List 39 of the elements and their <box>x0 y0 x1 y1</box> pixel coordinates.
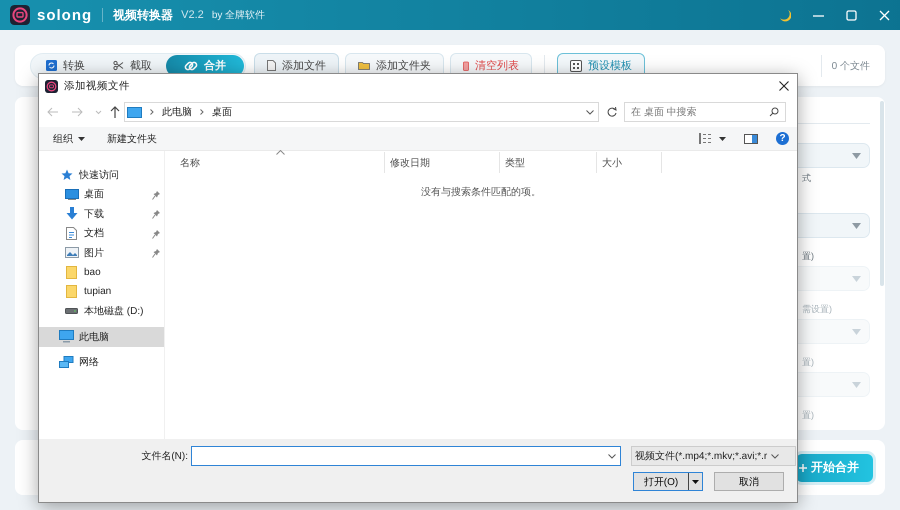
mode-tab[interactable]: 转换 <box>32 54 99 76</box>
nav-item[interactable]: 本地磁盘 (D:) <box>39 302 164 321</box>
author-label: by 全牌软件 <box>212 9 266 22</box>
nav-item[interactable]: 文档 <box>39 224 164 243</box>
nav-item[interactable]: 网络 <box>39 352 164 372</box>
organize-menu[interactable]: 组织 <box>53 132 85 146</box>
empty-message: 没有与搜索条件匹配的项。 <box>420 186 542 199</box>
column-header[interactable]: 类型 <box>500 152 597 173</box>
app-name: solong <box>37 6 92 24</box>
nav-item[interactable]: 桌面 <box>39 184 164 204</box>
nav-item[interactable]: 图片 <box>39 243 164 262</box>
column-header[interactable]: 大小 <box>597 152 662 173</box>
setting-label: 置) <box>801 356 815 368</box>
help-icon[interactable]: ? <box>776 132 789 145</box>
nav-item[interactable]: 快速访问 <box>39 165 164 184</box>
dialog-title: 添加视频文件 <box>64 79 130 93</box>
column-header[interactable]: 修改日期 <box>385 152 500 173</box>
setting-label: 置) <box>801 409 815 421</box>
nav-item[interactable]: bao <box>39 262 164 282</box>
nav-item[interactable]: 此电脑 <box>39 327 164 346</box>
breadcrumb[interactable]: 此电脑 <box>162 105 192 119</box>
setting-label: 需设置) <box>801 303 833 315</box>
open-button[interactable]: 打开(O) <box>633 472 703 491</box>
column-header[interactable]: 名称 <box>165 152 385 173</box>
mode-tab[interactable]: 截取 <box>99 54 166 76</box>
cancel-button[interactable]: 取消 <box>714 472 784 491</box>
search-field[interactable]: 在 桌面 中搜索 <box>624 102 786 122</box>
app-title: 视频转换器 <box>113 6 174 24</box>
breadcrumb[interactable]: 桌面 <box>212 105 232 119</box>
address-bar[interactable]: 此电脑 桌面 <box>124 102 599 122</box>
file-count: 0 个文件 <box>820 54 870 76</box>
setting-label: 置) <box>801 250 815 262</box>
setting-label: 式 <box>801 172 812 184</box>
file-type-dropdown[interactable]: 视频文件(*.mp4;*.mkv;*.avi;*.r <box>631 446 796 466</box>
nav-item[interactable]: 下载 <box>39 204 164 224</box>
nav-item[interactable]: tupian <box>39 282 164 302</box>
new-folder-button[interactable]: 新建文件夹 <box>107 132 157 146</box>
filename-label: 文件名(N): <box>140 450 189 463</box>
version-label: V2.2 <box>181 9 204 21</box>
